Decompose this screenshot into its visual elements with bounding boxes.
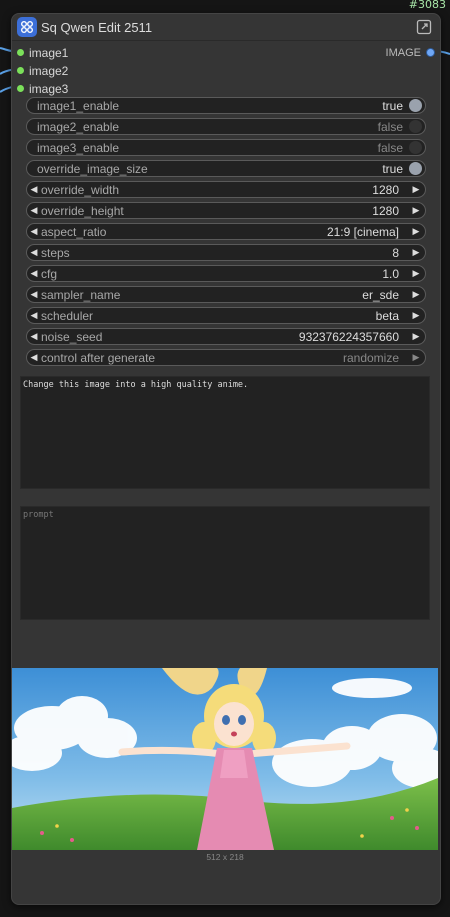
toggle-knob[interactable] — [409, 99, 422, 112]
prompt-textarea[interactable]: Change this image into a high quality an… — [20, 376, 430, 489]
widget-cfg[interactable]: ◀ cfg 1.0 ▶ — [26, 265, 426, 282]
next-arrow-icon[interactable]: ▶ — [409, 289, 423, 300]
decrement-arrow-icon[interactable]: ◀ — [27, 205, 41, 216]
node-header[interactable]: Sq Qwen Edit 2511 — [12, 14, 440, 41]
widget-noise-seed[interactable]: ◀ noise_seed 932376224357660 ▶ — [26, 328, 426, 345]
qwen-edit-node[interactable]: Sq Qwen Edit 2511 image1 image2 image3 I… — [11, 13, 441, 905]
widget-image3-enable[interactable]: image3_enable false — [26, 139, 426, 156]
increment-arrow-icon[interactable]: ▶ — [409, 205, 423, 216]
widget-control-after-generate[interactable]: ◀ control after generate randomize ▶ — [26, 349, 426, 366]
expand-icon[interactable] — [416, 19, 432, 35]
output-slot-image[interactable]: IMAGE — [386, 44, 440, 61]
increment-arrow-icon[interactable]: ▶ — [409, 331, 423, 342]
widget-aspect-ratio[interactable]: ◀ aspect_ratio 21:9 [cinema] ▶ — [26, 223, 426, 240]
widget-override-width[interactable]: ◀ override_width 1280 ▶ — [26, 181, 426, 198]
toggle-knob[interactable] — [409, 141, 422, 154]
input-dot[interactable] — [17, 67, 24, 74]
previous-arrow-icon[interactable]: ◀ — [27, 226, 41, 237]
input-label: image1 — [29, 45, 69, 60]
input-dot[interactable] — [17, 85, 24, 92]
preview-dimensions: 512 x 218 — [206, 852, 244, 862]
widget-image1-enable[interactable]: image1_enable true — [26, 97, 426, 114]
toggle-knob[interactable] — [409, 162, 422, 175]
input-slot-image2[interactable]: image2 — [12, 62, 68, 79]
input-dot[interactable] — [17, 49, 24, 56]
widget-image2-enable[interactable]: image2_enable false — [26, 118, 426, 135]
input-slot-image1[interactable]: image1 — [12, 44, 68, 61]
previous-arrow-icon[interactable]: ◀ — [27, 289, 41, 300]
negative-prompt-textarea[interactable]: prompt — [20, 506, 430, 620]
next-arrow-icon[interactable]: ▶ — [409, 226, 423, 237]
decrement-arrow-icon[interactable]: ◀ — [27, 268, 41, 279]
node-id-label: #3083 — [408, 0, 446, 11]
increment-arrow-icon[interactable]: ▶ — [409, 184, 423, 195]
widget-override-height[interactable]: ◀ override_height 1280 ▶ — [26, 202, 426, 219]
node-logo-icon — [17, 17, 37, 37]
decrement-arrow-icon[interactable]: ◀ — [27, 184, 41, 195]
next-arrow-icon[interactable]: ▶ — [409, 310, 423, 321]
next-arrow-icon[interactable]: ▶ — [409, 352, 423, 363]
input-label: image2 — [29, 63, 69, 78]
io-slots: image1 image2 image3 IMAGE — [12, 41, 440, 103]
increment-arrow-icon[interactable]: ▶ — [409, 247, 423, 258]
output-label: IMAGE — [385, 46, 421, 59]
widget-override-image-size[interactable]: override_image_size true — [26, 160, 426, 177]
decrement-arrow-icon[interactable]: ◀ — [27, 331, 41, 342]
toggle-knob[interactable] — [409, 120, 422, 133]
widget-steps[interactable]: ◀ steps 8 ▶ — [26, 244, 426, 261]
decrement-arrow-icon[interactable]: ◀ — [27, 247, 41, 258]
preview-image — [12, 668, 438, 850]
widget-scheduler[interactable]: ◀ scheduler beta ▶ — [26, 307, 426, 324]
node-title: Sq Qwen Edit 2511 — [41, 19, 153, 35]
previous-arrow-icon[interactable]: ◀ — [27, 352, 41, 363]
widget-sampler-name[interactable]: ◀ sampler_name er_sde ▶ — [26, 286, 426, 303]
input-label: image3 — [29, 81, 69, 96]
previous-arrow-icon[interactable]: ◀ — [27, 310, 41, 321]
input-slot-image3[interactable]: image3 — [12, 80, 68, 97]
increment-arrow-icon[interactable]: ▶ — [409, 268, 423, 279]
output-dot[interactable] — [426, 48, 435, 57]
